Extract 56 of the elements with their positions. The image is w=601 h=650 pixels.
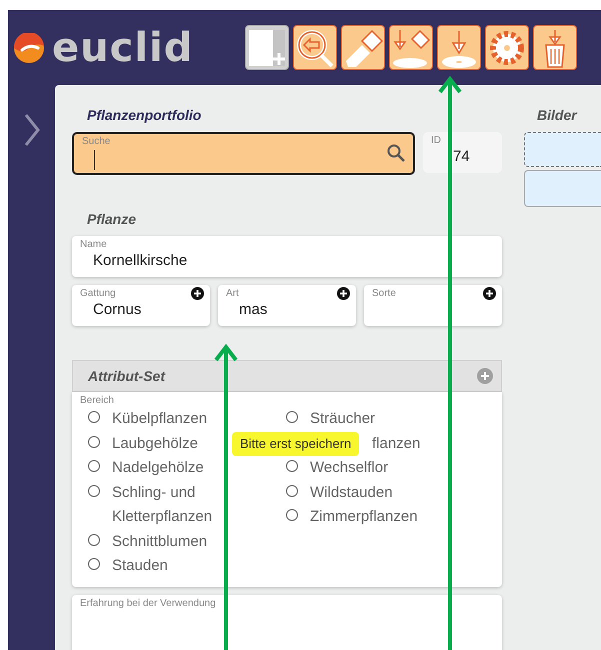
option-label: flanzen [372,434,420,454]
toolbar-button[interactable] [341,25,386,70]
tooltip: Bitte erst speichern [232,432,360,456]
radio-button[interactable] [286,411,298,423]
radio-button[interactable] [88,436,100,448]
add-icon[interactable] [337,287,350,300]
option-label: Kübelpflanzen [112,409,208,429]
toolbar-button[interactable] [389,25,434,70]
input-field[interactable]: Gattung Cornus [72,285,210,326]
radio-button[interactable] [286,460,298,472]
radio-button[interactable] [88,484,100,496]
search-icon[interactable] [387,144,405,162]
radio-button[interactable] [88,460,100,472]
section-title: Pflanzenportfolio [86,106,202,125]
text-area[interactable]: Erfahrung bei der Verwendung [72,594,502,650]
radio-button[interactable] [88,411,100,423]
field-label: ID [431,135,441,147]
option-label: Zimmerpflanzen [310,507,418,527]
section-title: Attribut-Set [88,366,165,386]
add-icon[interactable] [483,287,496,300]
logo-icon [14,32,44,62]
field-label: Erfahrung bei der Verwendung [80,598,216,610]
radio-button[interactable] [286,509,298,521]
image-drop-zone[interactable] [524,132,601,167]
option-label: Schling- und Kletterpflanzen [112,482,214,527]
input-field[interactable]: Sorte [364,285,502,326]
field-value: Kornellkirsche [93,251,188,270]
option-label: Wechselflor [310,458,388,478]
section-title: Bilder [537,106,578,125]
field-value: Cornus [93,300,142,320]
add-icon[interactable] [191,287,204,300]
field-label: Name [80,239,107,251]
toolbar-button[interactable] [293,25,338,70]
field-label: Gattung [80,288,116,300]
field-value: mas [239,300,268,320]
chevron-right-icon[interactable] [22,113,40,147]
field-label: Art [226,288,239,300]
radio-button[interactable] [88,558,100,570]
option-label: Sträucher [310,409,376,429]
field-value: 74 [453,147,470,166]
option-label: Wildstauden [310,482,393,502]
input-field[interactable]: Art mas [218,285,356,326]
radio-button[interactable] [286,484,298,496]
name-field[interactable]: Name Kornellkirsche [72,236,502,277]
option-label: Laubgehölze [112,434,198,454]
field-label: Sorte [372,288,396,300]
option-label: Nadelgehölze [112,458,204,478]
toolbar-button[interactable] [485,25,530,70]
option-label: Stauden [112,556,168,576]
toolbar-button[interactable] [533,25,578,70]
toolbar-button[interactable] [437,25,482,70]
option-label: Schnittblumen [112,532,208,552]
radio-button[interactable] [88,534,100,546]
logo-text: euclid [52,28,194,68]
group-label: Bereich [80,395,114,407]
section-title: Pflanze [86,210,138,229]
